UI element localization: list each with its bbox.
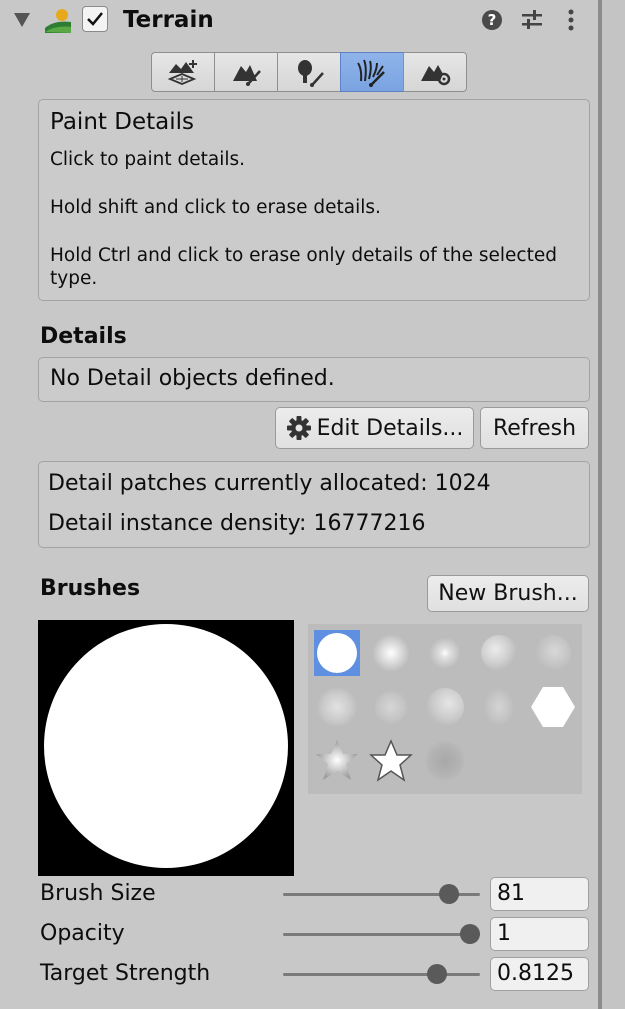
terrain-tool-toolbar [151,52,467,92]
help-line-ctrl: Hold Ctrl and click to erase only detail… [50,245,557,266]
tool-terrain-settings[interactable] [403,52,467,92]
svg-text:?: ? [488,11,497,29]
help-line-erase: Hold shift and click to erase details. [50,197,381,218]
more-menu-icon[interactable] [563,8,579,32]
component-title: Terrain [123,7,214,33]
tool-paint-trees[interactable] [277,52,341,92]
terrain-brush-icon [233,65,261,86]
target-strength-slider-knob[interactable] [426,964,447,984]
details-list: No Detail objects defined. [38,357,590,402]
brush-preview [38,620,294,876]
brush-preview-shape [44,624,288,868]
density-label: Detail instance density: [48,511,307,536]
brush-size-slider-knob[interactable] [438,884,459,904]
brush-palette [308,624,582,794]
brush-tile-cloud[interactable] [476,630,522,676]
help-line-paint: Click to paint details. [50,149,246,170]
grass-brush-icon [357,59,385,87]
gear-icon [286,416,311,440]
brush-tile-falloff[interactable] [422,630,468,676]
brush-tile-streak[interactable] [476,684,522,730]
component-header: Terrain ? [0,0,598,40]
brush-tile-hexagon[interactable] [530,684,576,730]
new-brush-label: New Brush... [438,581,578,606]
target-strength-label: Target Strength [40,961,211,986]
density-value: 16777216 [313,511,426,536]
tree-brush-icon [298,60,324,87]
brush-tile-soft-circle[interactable] [368,630,414,676]
opacity-slider[interactable] [283,933,480,936]
patches-line: Detail patches currently allocated: 1024 [48,471,491,497]
brush-tile-star-soft[interactable] [314,738,360,784]
terrain-add-icon [167,60,197,85]
brush-size-field[interactable]: 81 [490,877,589,911]
brush-tile-grain[interactable] [422,738,468,784]
opacity-field[interactable]: 1 [490,917,589,951]
star-outline-brush-icon [369,739,413,782]
checkmark-icon [87,12,103,26]
brush-tile-rough[interactable] [368,684,414,730]
soft-star-brush-icon [316,740,358,780]
foldout-arrow-icon[interactable] [13,12,31,28]
tool-paint-terrain[interactable] [214,52,278,92]
refresh-button[interactable]: Refresh [480,407,589,449]
tool-create-neighbor-terrains[interactable] [151,52,215,92]
no-details-message: No Detail objects defined. [50,366,335,391]
details-heading: Details [40,324,127,349]
help-box: Paint Details Click to paint details. Ho… [38,99,590,301]
brush-size-label: Brush Size [40,881,156,906]
opacity-slider-knob[interactable] [460,924,480,944]
brush-tile-blobs[interactable] [422,684,468,730]
scrollbar[interactable] [602,0,625,1009]
terrain-component-icon [45,9,71,33]
edit-details-label: Edit Details... [316,415,464,441]
patches-value: 1024 [434,471,491,496]
tool-paint-details[interactable] [340,52,404,92]
new-brush-button[interactable]: New Brush... [427,575,589,612]
refresh-label: Refresh [492,415,577,441]
brush-tile-speckle[interactable] [314,684,360,730]
edit-details-button[interactable]: Edit Details... [275,407,474,449]
help-icon[interactable]: ? [481,9,503,31]
enabled-checkbox[interactable] [82,6,108,32]
detail-stats-box: Detail patches currently allocated: 1024… [38,461,590,548]
brush-tile-noise[interactable] [530,630,576,676]
target-strength-field[interactable]: 0.8125 [490,957,589,991]
brush-tile-star-outline[interactable] [368,738,414,784]
density-line: Detail instance density: 16777216 [48,511,425,537]
hexagon-brush-icon [531,687,575,727]
terrain-gear-icon [421,65,451,86]
preset-icon[interactable] [520,9,544,31]
brushes-heading: Brushes [40,576,141,601]
target-strength-slider[interactable] [283,973,480,976]
help-title: Paint Details [50,109,194,135]
patches-label: Detail patches currently allocated: [48,471,428,496]
opacity-label: Opacity [40,921,125,946]
help-line-ctrl-cont: type. [50,268,98,289]
brush-tile-hard-circle[interactable] [314,630,360,676]
